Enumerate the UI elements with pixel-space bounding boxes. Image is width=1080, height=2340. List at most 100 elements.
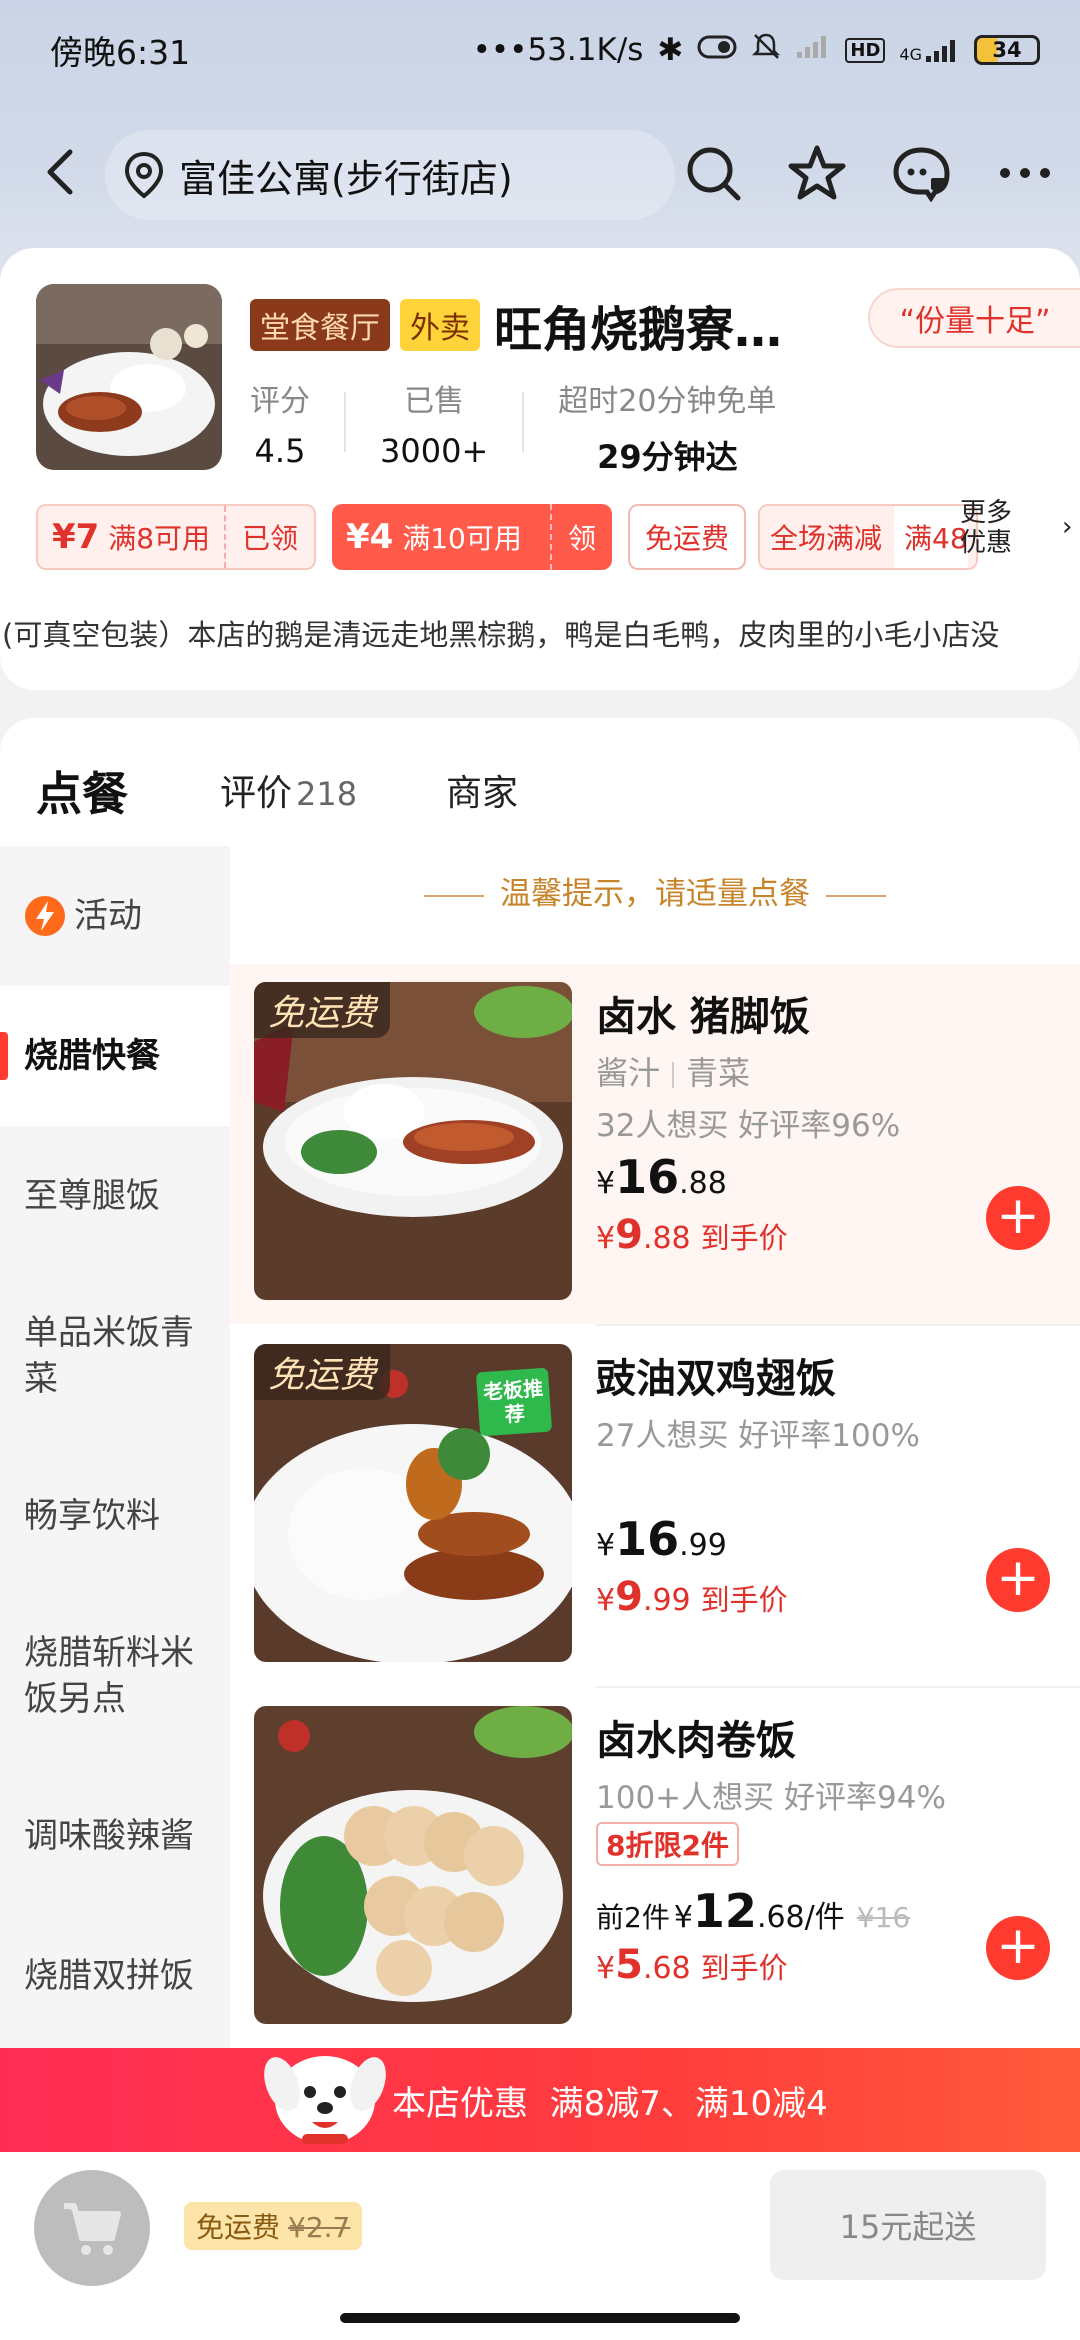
sold-value: 3000+ xyxy=(380,432,489,470)
shop-logo-image xyxy=(36,284,222,470)
dish-item[interactable]: 免运费 老板推荐 豉油双鸡翅饭 27人想买 好评率100% ¥16.99 ¥9.… xyxy=(230,1326,1080,1686)
tab-reviews[interactable]: 评价 218 xyxy=(220,764,357,816)
delivery-label: 超时20分钟免单 xyxy=(558,384,777,419)
final-price: ¥9.88 到手价 xyxy=(596,1212,788,1258)
tab-label: 商家 xyxy=(446,773,519,814)
dish-name: 卤水肉卷饭 xyxy=(596,1718,796,1764)
rating-label: 评分 xyxy=(250,384,310,419)
status-bar: 傍晚6:31 •••53.1K/s ✱ HD 4G 34 xyxy=(0,0,1080,100)
sidebar-item-drinks[interactable]: 畅享饮料 xyxy=(0,1446,230,1586)
sidebar-item-double-roast[interactable]: 烧腊双拼饭 xyxy=(0,1906,230,2046)
mascot-dog-icon xyxy=(262,2030,388,2154)
toggle-icon xyxy=(697,32,737,68)
coupon-amount: ¥7 xyxy=(52,517,100,557)
shop-stats: 评分 4.5 已售 3000+ 超时20分钟免单 29分钟达 xyxy=(250,376,776,478)
dish-item[interactable]: 免运费 卤水 猪脚饭 酱汁 青菜 32人想买 好评率96% ¥16.88 ¥9.8… xyxy=(230,964,1080,1324)
bluetooth-icon: ✱ xyxy=(657,32,684,68)
signal-weak-icon xyxy=(795,32,831,68)
back-button[interactable] xyxy=(30,142,90,202)
network-type: 4G xyxy=(899,45,922,64)
top-nav: 富佳公寓(步行街店) xyxy=(0,120,1080,230)
tab-label: 点餐 xyxy=(36,767,128,821)
tab-merchant[interactable]: 商家 xyxy=(446,764,518,816)
home-indicator[interactable] xyxy=(340,2313,740,2323)
sidebar-item-label: 烧腊快餐 xyxy=(24,1036,160,1076)
shop-discount-banner[interactable]: 本店优惠 满8减7、满10减4 xyxy=(0,2048,1080,2152)
more-offers-line2: 优惠 xyxy=(960,528,1013,558)
dish-item[interactable]: 卤水肉卷饭 100+人想买 好评率94% 8折限2件 前2件 ¥12.68/件 ¥1… xyxy=(230,1688,1080,2048)
search-icon xyxy=(687,147,741,201)
price-decimal: .88 xyxy=(679,1166,727,1201)
full-discount-offer[interactable]: 全场满减 满48 xyxy=(758,504,978,570)
sold-stat: 已售 3000+ xyxy=(380,376,488,470)
sidebar-item-label: 至尊腿饭 xyxy=(24,1176,160,1216)
sidebar-item-sauce[interactable]: 调味酸辣酱 xyxy=(0,1766,230,1906)
dish-option: 酱汁 xyxy=(596,1054,661,1092)
dish-social: 27人想买 好评率100% xyxy=(596,1418,920,1454)
coupon-claimed-label: 已领 xyxy=(223,506,314,568)
free-delivery-tag: 免运费 ¥2.7 xyxy=(184,2202,363,2250)
price-prefix: 前2件 xyxy=(596,1901,670,1934)
sidebar-item-activity[interactable]: 活动 xyxy=(0,846,230,986)
final-price-label: 到手价 xyxy=(700,1221,788,1255)
sold-label: 已售 xyxy=(404,384,465,419)
final-price: ¥9.99 到手价 xyxy=(596,1574,788,1620)
boss-recommend-badge: 老板推荐 xyxy=(475,1367,553,1437)
sidebar-item-leg-rice[interactable]: 至尊腿饭 xyxy=(0,1126,230,1266)
warm-tip: 温馨提示，请适量点餐 xyxy=(230,868,1080,913)
customer-service-button[interactable] xyxy=(886,138,956,208)
more-offers-button[interactable]: 更多 优惠 › xyxy=(960,498,1072,558)
delivery-stat: 超时20分钟免单 29分钟达 xyxy=(558,376,776,478)
dish-name: 卤水 猪脚饭 xyxy=(596,994,810,1040)
sidebar-item-label: 活动 xyxy=(74,896,142,936)
price-decimal: .99 xyxy=(679,1528,727,1563)
coupon-7[interactable]: ¥7 满8可用 已领 xyxy=(36,504,316,570)
final-price: ¥5.68 到手价 xyxy=(596,1942,788,1988)
divider xyxy=(344,392,346,452)
tab-order[interactable]: 点餐 xyxy=(36,758,128,830)
coupon-4[interactable]: ¥4 满10可用 领 xyxy=(332,504,612,570)
price-integer: 16 xyxy=(615,1150,680,1204)
final-decimal: .68 xyxy=(642,1951,691,1986)
takeout-tag: 外卖 xyxy=(400,299,480,351)
signal-4g-icon: 4G xyxy=(899,36,960,64)
final-integer: 5 xyxy=(615,1942,643,1988)
category-sidebar: 活动 烧腊快餐 至尊腿饭 单品米饭青菜 畅享饮料 烧腊斩料米饭另点 调味酸辣酱 … xyxy=(0,846,230,2048)
divider xyxy=(522,392,525,452)
add-to-cart-button[interactable]: + xyxy=(986,1916,1050,1980)
add-to-cart-button[interactable]: + xyxy=(986,1186,1050,1250)
sidebar-item-single-rice[interactable]: 单品米饭青菜 xyxy=(0,1266,230,1446)
claim-coupon-button[interactable]: 领 xyxy=(549,504,612,570)
dish-social: 100+人想买 好评率94% xyxy=(596,1780,946,1816)
location-selector[interactable]: 富佳公寓(步行街店) xyxy=(105,130,675,220)
sidebar-item-label: 畅享饮料 xyxy=(24,1496,160,1536)
cart-button[interactable] xyxy=(34,2170,150,2286)
tab-label: 评价 xyxy=(220,773,293,814)
shop-name[interactable]: 旺角烧鹅寮… xyxy=(494,290,782,360)
add-to-cart-button[interactable]: + xyxy=(986,1548,1050,1612)
final-integer: 9 xyxy=(615,1574,643,1620)
original-price: ¥16 xyxy=(856,1901,911,1934)
slogan-badge: “份量十足” xyxy=(868,288,1080,348)
shopping-cart-icon xyxy=(64,2203,121,2255)
battery-icon: 34 xyxy=(974,35,1040,65)
sidebar-item-label: 单品米饭青菜 xyxy=(24,1313,194,1399)
min-order-button[interactable]: 15元起送 xyxy=(770,2170,1046,2280)
dish-image: 免运费 老板推荐 xyxy=(254,1344,572,1662)
chevron-right-icon: › xyxy=(1062,512,1073,542)
sidebar-item-roast-extra[interactable]: 烧腊斩料米饭另点 xyxy=(0,1586,230,1766)
dish-option: 青菜 xyxy=(686,1054,751,1092)
price-integer: 12 xyxy=(692,1884,757,1938)
favorite-button[interactable] xyxy=(782,138,852,208)
dish-options: 酱汁 青菜 xyxy=(596,1048,750,1094)
free-delivery-offer[interactable]: 免运费 xyxy=(628,504,746,570)
search-button[interactable] xyxy=(678,138,748,208)
rating-stat[interactable]: 评分 4.5 xyxy=(250,376,310,470)
sidebar-item-label: 调味酸辣酱 xyxy=(24,1816,194,1856)
dish-price: 前2件 ¥12.68/件 ¥16 xyxy=(596,1884,911,1938)
sidebar-item-roast-meal[interactable]: 烧腊快餐 xyxy=(0,986,230,1126)
hd-icon: HD xyxy=(845,37,886,63)
tab-bar: 点餐 评价 218 商家 xyxy=(0,718,1080,846)
more-button[interactable] xyxy=(990,138,1060,208)
location-label: 富佳公寓(步行街店) xyxy=(179,156,513,201)
